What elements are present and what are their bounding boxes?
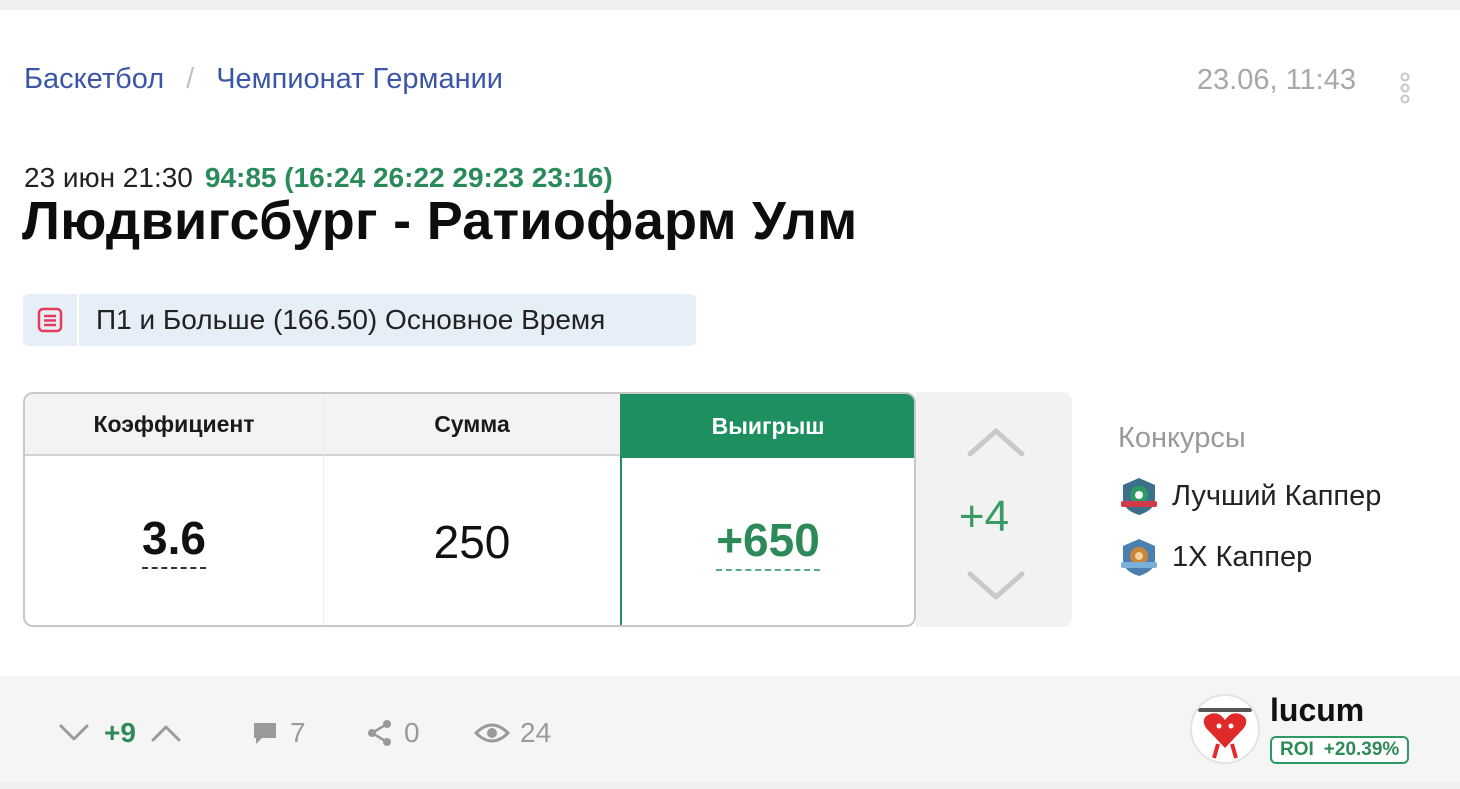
odds-header: Коэффициент bbox=[25, 394, 323, 456]
vote-box: +4 bbox=[916, 392, 1072, 627]
bet-slip-icon bbox=[23, 294, 79, 346]
shares-count: 0 bbox=[404, 717, 420, 748]
odds-column: Коэффициент 3.6 bbox=[25, 394, 324, 625]
vote-down-icon[interactable] bbox=[966, 570, 1026, 602]
best-capper-badge-icon bbox=[1121, 478, 1157, 515]
comment-icon bbox=[254, 723, 276, 744]
win-column: Выигрыш +650 bbox=[620, 394, 914, 625]
match-score: 94:85 (16:24 26:22 29:23 23:16) bbox=[204, 162, 613, 193]
stakes-table: Коэффициент 3.6 Сумма 250 Выигрыш +650 bbox=[23, 392, 916, 627]
comments-button[interactable]: 7 bbox=[252, 717, 306, 749]
roi-badge: ROI +20.39% bbox=[1270, 736, 1410, 764]
post-date: 23.06, 11:43 bbox=[1196, 64, 1356, 96]
contest-label: 1X Каппер bbox=[1172, 540, 1313, 573]
win-value[interactable]: +650 bbox=[716, 517, 820, 571]
vote-up-icon[interactable] bbox=[966, 426, 1026, 458]
contest-best-capper[interactable]: Лучший Каппер bbox=[1118, 475, 1381, 517]
odds-value[interactable]: 3.6 bbox=[142, 515, 206, 569]
heart-mascot-icon bbox=[1198, 708, 1252, 759]
rating-value: +9 bbox=[104, 717, 136, 748]
sum-column: Сумма 250 bbox=[324, 394, 620, 625]
comments-count: 7 bbox=[290, 717, 306, 748]
views-counter: 24 bbox=[474, 717, 551, 749]
bet-type-chip: П1 и Больше (166.50) Основное Время bbox=[23, 294, 696, 346]
roi-value: +20.39% bbox=[1323, 739, 1400, 760]
contest-1x-capper[interactable]: 1X Каппер bbox=[1118, 536, 1312, 578]
sum-header: Сумма bbox=[324, 394, 620, 456]
breadcrumb-sport-link[interactable]: Баскетбол bbox=[24, 63, 164, 96]
more-options-icon[interactable] bbox=[1396, 72, 1414, 106]
card-footer: +9 7 0 24 lucum ROI +20.39% bbox=[0, 676, 1460, 782]
odds-value-cell: 3.6 bbox=[25, 456, 323, 625]
win-header: Выигрыш bbox=[622, 394, 914, 458]
rating-down-icon[interactable] bbox=[58, 723, 90, 743]
share-button[interactable]: 0 bbox=[366, 717, 420, 749]
avatar[interactable] bbox=[1190, 694, 1260, 764]
eye-icon bbox=[474, 723, 510, 743]
views-count: 24 bbox=[520, 717, 552, 748]
prediction-card: Баскетбол / Чемпионат Германии 23.06, 11… bbox=[0, 10, 1460, 676]
vote-count: +4 bbox=[958, 492, 1010, 541]
contests-title: Конкурсы bbox=[1118, 422, 1246, 454]
breadcrumb: Баскетбол / Чемпионат Германии bbox=[24, 62, 503, 96]
match-time: 23 июн 21:30 bbox=[24, 162, 193, 193]
1x-capper-badge-icon bbox=[1121, 539, 1157, 576]
breadcrumb-league-link[interactable]: Чемпионат Германии bbox=[216, 63, 503, 96]
breadcrumb-separator: / bbox=[186, 62, 195, 95]
sum-value: 250 bbox=[433, 515, 511, 568]
author-name[interactable]: lucum bbox=[1270, 692, 1364, 729]
match-title[interactable]: Людвигсбург - Ратиофарм Улм bbox=[22, 190, 858, 252]
roi-label: ROI bbox=[1280, 739, 1314, 760]
bet-type-label: П1 и Больше (166.50) Основное Время bbox=[96, 304, 606, 335]
rating-up-icon[interactable] bbox=[150, 723, 182, 743]
contest-label: Лучший Каппер bbox=[1172, 479, 1382, 512]
rating-control: +9 bbox=[58, 717, 182, 749]
win-value-cell: +650 bbox=[622, 458, 914, 625]
share-icon bbox=[368, 720, 391, 746]
